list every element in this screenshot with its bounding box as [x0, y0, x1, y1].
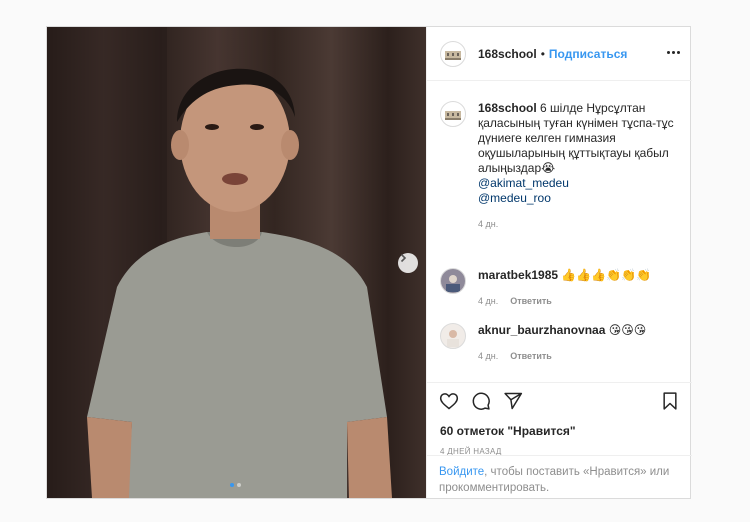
comment-item: aknur_baurzhanovnaa 😘😘😘 4 дн. Ответить: [440, 323, 688, 364]
likes-count[interactable]: 60 отметок "Нравится": [440, 424, 692, 438]
header-separator: •: [540, 46, 545, 61]
next-slide-button[interactable]: [398, 253, 418, 273]
carousel-dots: [230, 483, 241, 487]
more-icon[interactable]: [667, 51, 680, 54]
post-card: 168school • Подписаться 168school 6 шілд…: [46, 26, 692, 499]
post-sidebar: 168school • Подписаться 168school 6 шілд…: [426, 27, 692, 499]
header-username[interactable]: 168school: [478, 47, 537, 61]
mention-link[interactable]: @medeu_roo: [478, 191, 688, 206]
user-photo-icon: [447, 330, 459, 347]
carousel-dot: [230, 483, 234, 487]
chevron-right-icon: [400, 253, 407, 263]
caption-username[interactable]: 168school: [478, 101, 537, 115]
comment-time[interactable]: 4 дн.: [478, 294, 498, 309]
share-icon[interactable]: [503, 391, 523, 415]
reply-button[interactable]: Ответить: [510, 294, 552, 309]
user-photo-icon: [446, 275, 460, 292]
carousel-dot: [237, 483, 241, 487]
avatar[interactable]: [440, 323, 466, 349]
avatar[interactable]: [440, 268, 466, 294]
avatar[interactable]: [440, 40, 466, 67]
heart-icon[interactable]: [439, 391, 459, 415]
action-bar: 60 отметок "Нравится" 4 ДНЕЙ НАЗАД: [427, 382, 692, 456]
post-header: 168school • Подписаться: [427, 27, 692, 81]
video-frame-image: [47, 27, 426, 498]
reply-button[interactable]: Ответить: [510, 349, 552, 364]
comment-time[interactable]: 4 дн.: [478, 349, 498, 364]
login-prompt: Войдите, чтобы поставить «Нравится» или …: [427, 455, 692, 499]
mention-link[interactable]: @akimat_medeu: [478, 176, 688, 191]
post-media[interactable]: [47, 27, 426, 498]
comments-section: 168school 6 шілде Нұрсұлтан қаласының ту…: [427, 82, 692, 382]
comment-username[interactable]: maratbek1985: [478, 268, 558, 282]
follow-button[interactable]: Подписаться: [549, 47, 627, 61]
comment-item: maratbek1985 👍👍👍👏👏👏 4 дн. Ответить: [440, 268, 688, 309]
comment-text: 😘😘😘: [608, 323, 647, 337]
school-logo-icon: [445, 50, 461, 60]
comment-text: 👍👍👍👏👏👏: [561, 268, 652, 282]
bookmark-icon[interactable]: [660, 391, 680, 411]
caption-row: 168school 6 шілде Нұрсұлтан қаласының ту…: [440, 101, 688, 232]
caption-time[interactable]: 4 дн.: [478, 217, 498, 232]
avatar[interactable]: [440, 101, 466, 127]
school-logo-icon: [445, 111, 461, 120]
comment-username[interactable]: aknur_baurzhanovnaa: [478, 323, 605, 337]
comment-icon[interactable]: [471, 391, 491, 415]
login-link[interactable]: Войдите: [439, 466, 484, 478]
